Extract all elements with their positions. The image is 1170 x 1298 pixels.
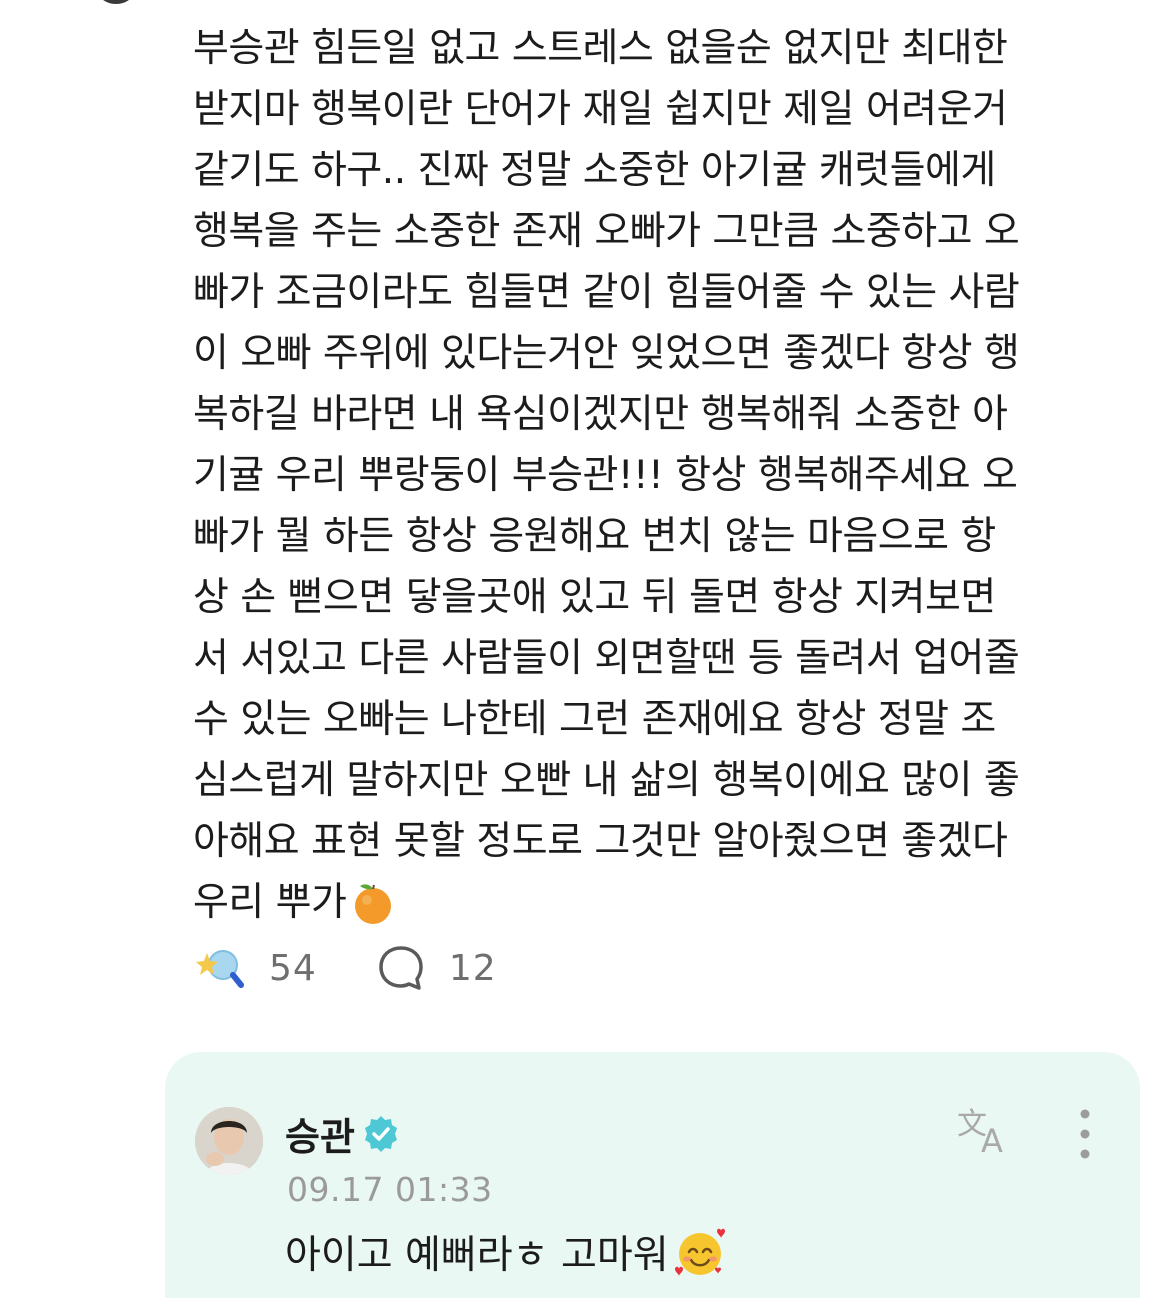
post-last-line-text: 우리 뿌가: [193, 880, 347, 925]
artist-reply-card: 승관 09.17 01:33 아이고 예뻐라ㅎ 고마워 文 A: [165, 1052, 1140, 1298]
like-count: 54: [269, 947, 317, 989]
post-line: 아해요 표현 못할 정도로 그것만 알아줬으면 좋겠다: [193, 819, 1008, 864]
reply-author-name[interactable]: 승관: [285, 1106, 355, 1161]
post-line: 받지마 행복이란 단어가 재일 쉽지만 제일 어려운거: [193, 87, 1008, 132]
post-line: 같기도 하구.. 진짜 정말 소중한 아기귤 캐럿들에게: [193, 148, 996, 193]
verified-badge-icon: [361, 1114, 401, 1154]
reply-author-row: 승관: [285, 1106, 401, 1161]
translate-icon[interactable]: 文 A: [955, 1104, 1019, 1160]
comment-button[interactable]: 12: [377, 944, 497, 992]
svg-text:A: A: [981, 1122, 1003, 1158]
reply-timestamp: 09.17 01:33: [287, 1170, 493, 1209]
reply-message-text: 아이고 예뻐라ㅎ 고마워: [285, 1233, 669, 1278]
post-line: 부승관 힘든일 없고 스트레스 없을순 없지만 최대한: [193, 26, 1008, 71]
post-last-line: 우리 뿌가: [193, 872, 1103, 933]
post-author-avatar-partial[interactable]: [96, 0, 136, 4]
post-line: 수 있는 오빠는 나한테 그런 존재에요 항상 정말 조: [193, 697, 996, 742]
post-line: 상 손 뻗으면 닿을곳애 있고 뒤 돌면 항상 지켜보면: [193, 575, 996, 620]
like-button[interactable]: 54: [195, 943, 317, 993]
post-line: 빠가 조금이라도 힘들면 같이 힘들어줄 수 있는 사람: [193, 270, 1020, 315]
post-actions: 54 12: [195, 938, 557, 998]
comment-count: 12: [448, 947, 497, 989]
post-line: 빠가 뭘 하든 항상 응원해요 변치 않는 마음으로 항: [193, 514, 996, 559]
sparkle-lightstick-icon: [196, 950, 244, 988]
tangerine-emoji: [350, 880, 396, 926]
post-line: 복하길 바라면 내 욕심이겠지만 행복해줘 소중한 아: [193, 392, 1008, 437]
more-vertical-icon[interactable]: [1073, 1106, 1097, 1162]
post-body: 부승관 힘든일 없고 스트레스 없을순 없지만 최대한 받지마 행복이란 단어가…: [193, 18, 1103, 933]
reply-message: 아이고 예뻐라ㅎ 고마워: [285, 1224, 727, 1280]
fan-post-screen: 부승관 힘든일 없고 스트레스 없을순 없지만 최대한 받지마 행복이란 단어가…: [0, 0, 1170, 1298]
reply-author-avatar[interactable]: [195, 1107, 263, 1175]
post-line: 이 오빠 주위에 있다는거안 잊었으면 좋겠다 항상 행: [193, 331, 1020, 376]
smiling-face-with-hearts-emoji: [673, 1225, 727, 1279]
speech-bubble-icon: [379, 946, 423, 990]
post-line: 심스럽게 말하지만 오빤 내 삶의 행복이에요 많이 좋: [193, 758, 1020, 803]
post-line: 기귤 우리 뿌랑둥이 부승관!!! 항상 행복해주세요 오: [193, 453, 1018, 498]
post-line: 행복을 주는 소중한 존재 오빠가 그만큼 소중하고 오: [193, 209, 1020, 254]
post-line: 서 서있고 다른 사람들이 외면할땐 등 돌려서 업어줄: [193, 636, 1020, 681]
